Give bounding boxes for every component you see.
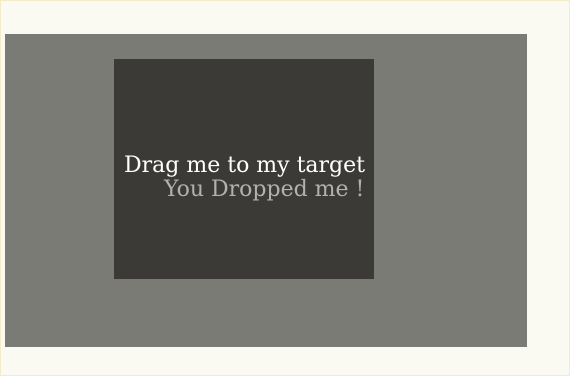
drop-message: You Dropped me !: [164, 177, 365, 202]
demo-frame: You Dropped me ! Drag me to my target: [0, 0, 570, 376]
draggable-label: Drag me to my target: [124, 153, 366, 178]
